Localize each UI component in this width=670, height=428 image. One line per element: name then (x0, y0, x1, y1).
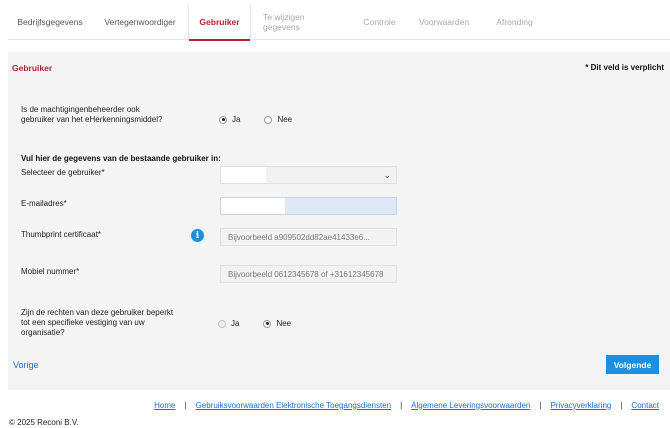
tab-te-wijzigen-gegevens: Te wijzigen gegevens (263, 12, 305, 32)
footer-separator: | (620, 400, 623, 410)
question-admin-is-user-options: Ja Nee (219, 115, 316, 124)
radio-checked-icon[interactable] (219, 115, 227, 124)
email-label: E-mailadres* (21, 199, 67, 208)
footer-links: Home | Gebruiksvoorwaarden Elektronische… (0, 398, 670, 412)
form-panel: Gebruiker * Dit veld is verplicht Is de … (8, 52, 670, 390)
radio-restricted-no[interactable]: Nee (263, 319, 291, 328)
radio-restricted-yes[interactable]: Ja (218, 319, 239, 328)
user-select-dropdown[interactable]: ⌄ (220, 166, 397, 184)
footer-separator: | (184, 400, 187, 410)
tab-gebruiker[interactable]: Gebruiker (188, 4, 251, 41)
radio-admin-is-user-yes[interactable]: Ja (219, 115, 240, 124)
question-restricted-rights-options: Ja Nee (218, 319, 315, 328)
radio-unchecked-icon[interactable] (264, 115, 273, 124)
thumbprint-label: Thumbprint certificaat* (21, 230, 102, 239)
footer-link-terms-of-use[interactable]: Gebruiksvoorwaarden Elektronische Toegan… (196, 401, 392, 410)
radio-unchecked-icon[interactable] (218, 319, 226, 328)
footer-link-delivery-terms[interactable]: Algemene Leveringsvoorwaarden (411, 401, 530, 410)
question-restricted-rights-label: Zijn de rechten van deze gebruiker beper… (21, 308, 174, 337)
footer-separator: | (400, 400, 403, 410)
previous-link[interactable]: Vorige (13, 360, 39, 370)
tab-controle: Controle (363, 17, 396, 27)
thumbprint-input[interactable]: Bijvoorbeeld a909502dd82ae41433e6... (220, 228, 397, 246)
required-note: * Dit veld is verplicht (585, 63, 664, 72)
footer-link-privacy[interactable]: Privacyverklaring (550, 401, 611, 410)
radio-admin-is-user-no[interactable]: Nee (264, 115, 292, 124)
email-field[interactable] (220, 197, 397, 215)
copyright: © 2025 Reconi B.V. (9, 418, 79, 427)
wizard-tabs: Bedrijfsgegevens Vertegenwoordiger Gebru… (8, 4, 670, 41)
footer-link-home[interactable]: Home (154, 401, 175, 410)
mobile-input[interactable]: Bijvoorbeeld 0612345678 of +31612345678 (220, 265, 397, 283)
tab-vertegenwoordiger[interactable]: Vertegenwoordiger (92, 4, 188, 40)
user-select-label: Selecteer de gebruiker* (21, 168, 105, 177)
tab-afronding: Afronding (496, 17, 533, 27)
tab-bedrijfsgegevens[interactable]: Bedrijfsgegevens (8, 4, 92, 40)
mobile-label: Mobiel nummer* (21, 267, 80, 276)
info-icon[interactable]: i (191, 229, 204, 242)
radio-checked-icon[interactable] (263, 319, 272, 328)
chevron-down-icon: ⌄ (383, 170, 391, 180)
panel-title: Gebruiker (12, 63, 53, 73)
tab-voorwaarden: Voorwaarden (418, 17, 470, 27)
footer-link-contact[interactable]: Contact (631, 401, 659, 410)
question-admin-is-user-label: Is de machtigingenbeheerder ook gebruike… (21, 105, 163, 124)
section-heading-existing-user: Vul hier de gegevens van de bestaande ge… (21, 154, 221, 163)
next-button[interactable]: Volgende (606, 355, 659, 374)
footer-separator: | (539, 400, 542, 410)
